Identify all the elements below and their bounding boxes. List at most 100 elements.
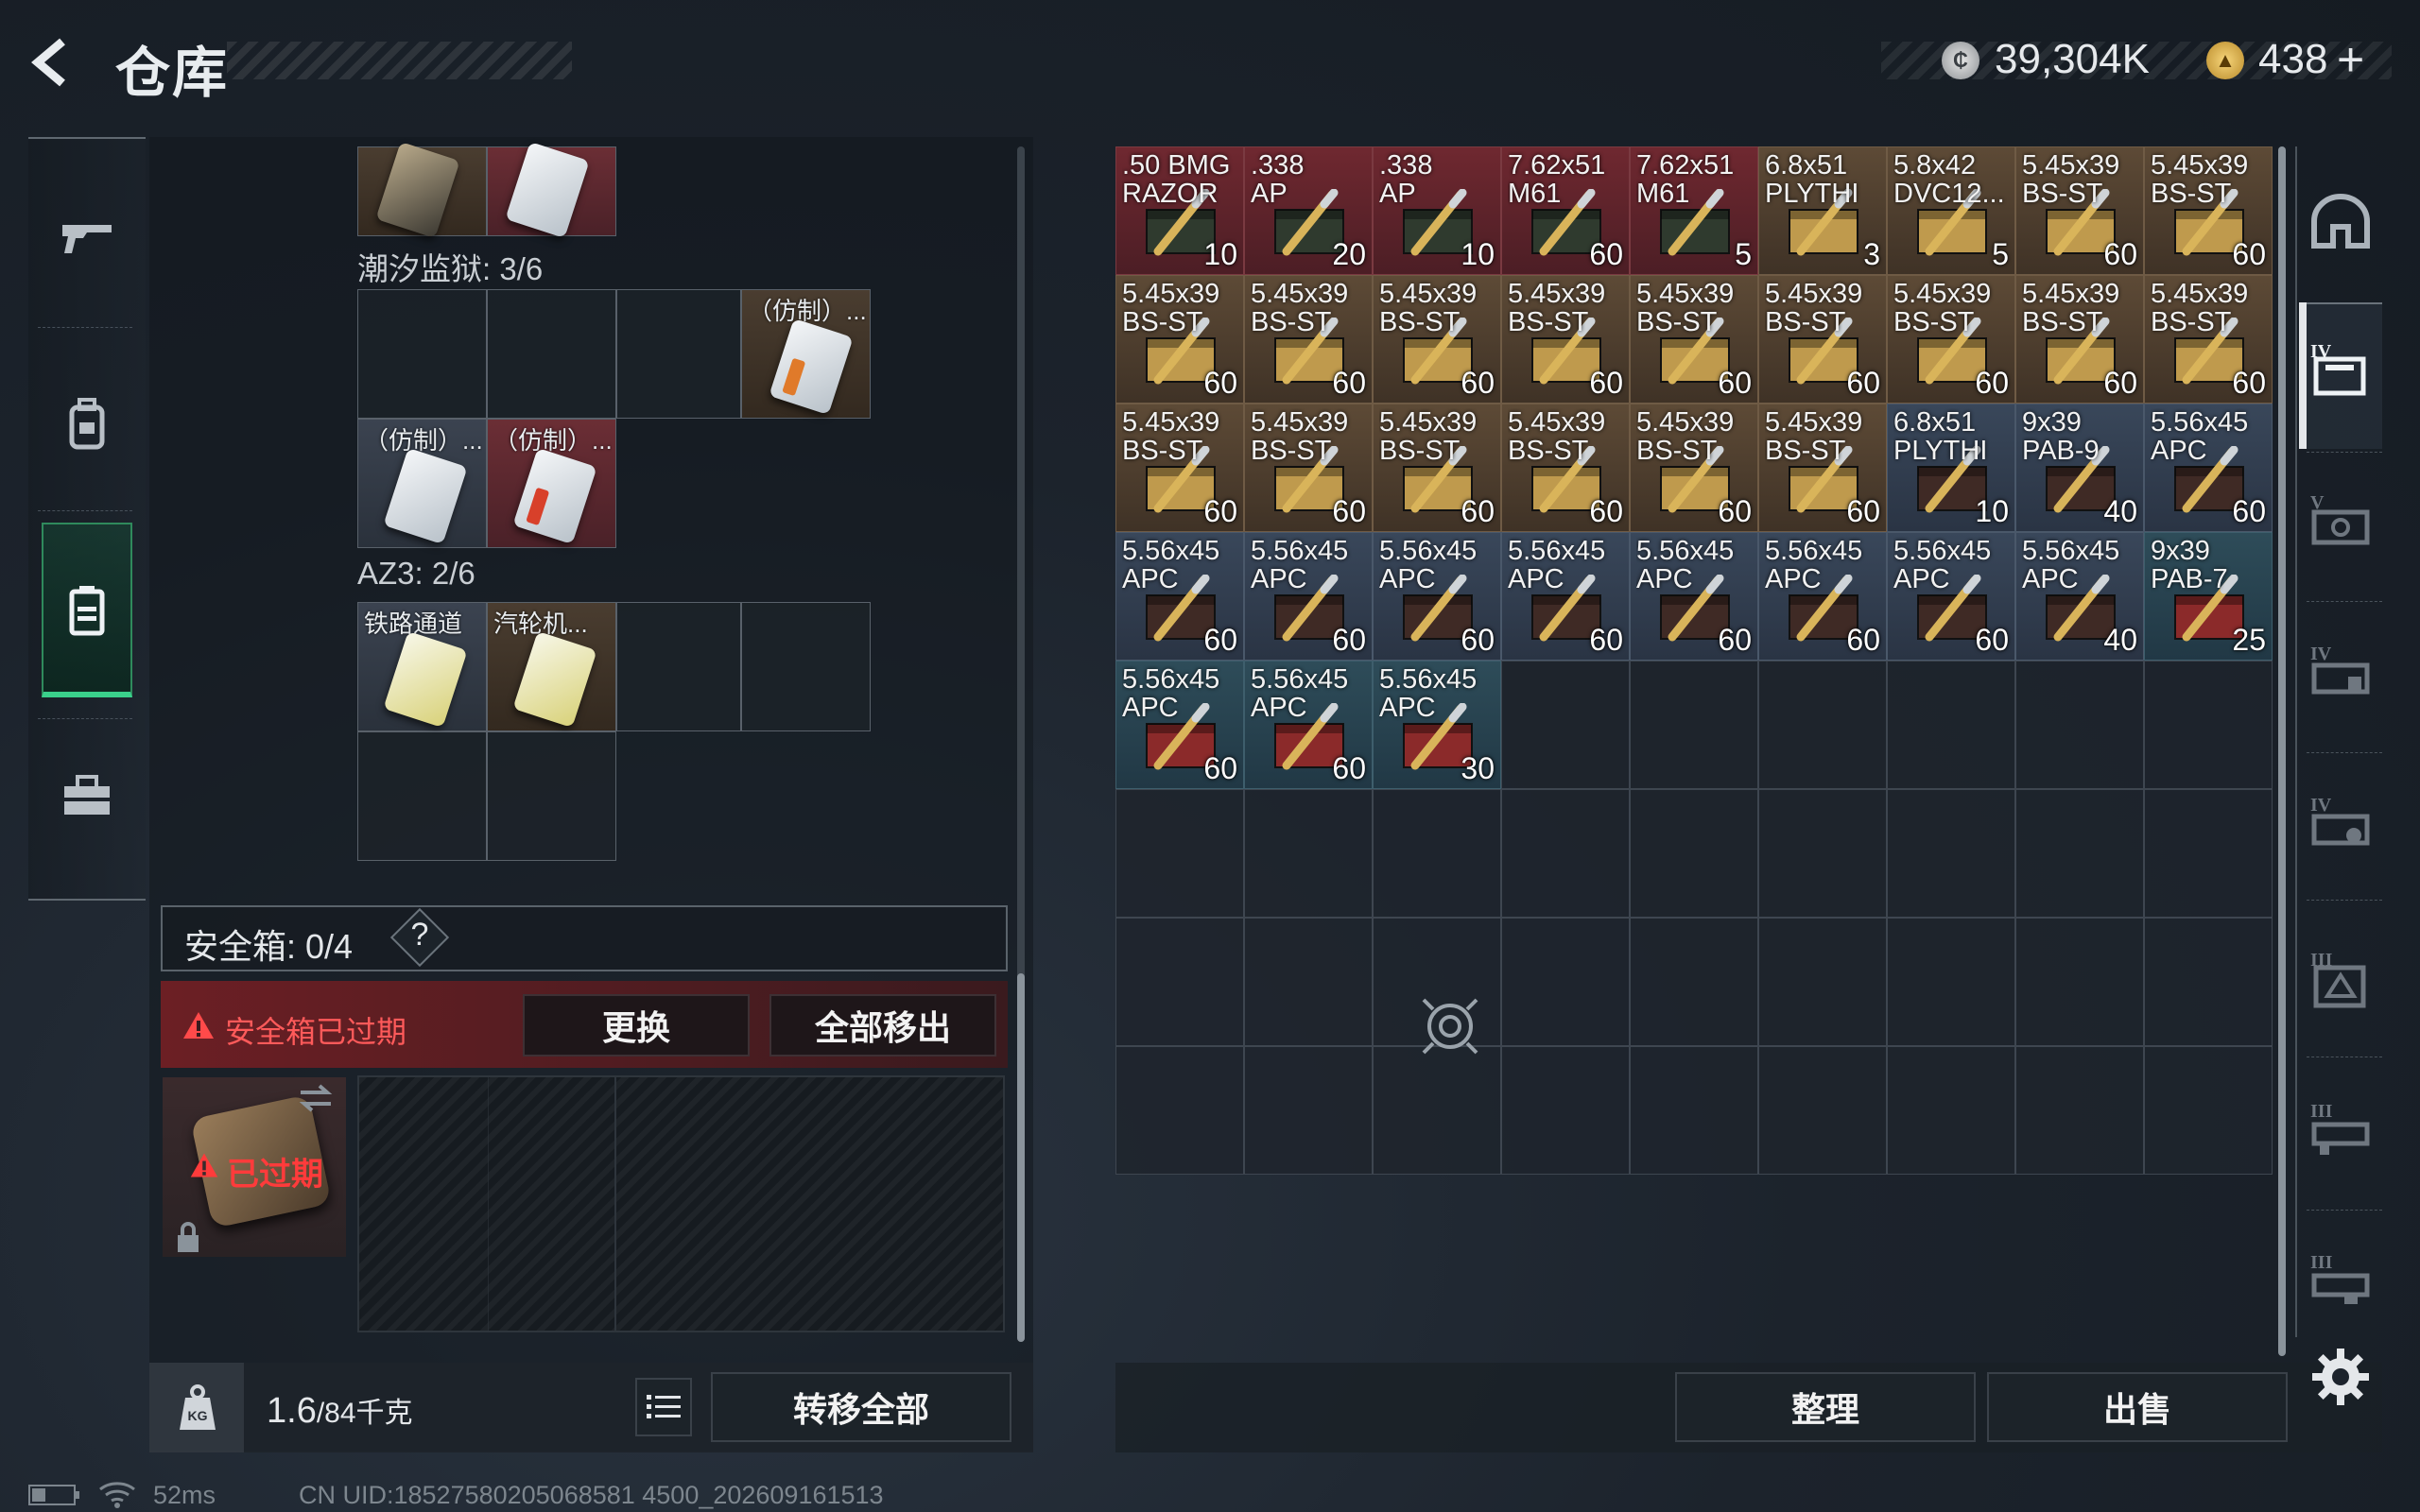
case-icon[interactable]: IV [2307,639,2375,707]
stash-item-cell[interactable]: 5.56x45 APC 60 [1630,532,1758,661]
case-icon[interactable]: III [2307,1096,2375,1164]
item-cell[interactable]: （仿制）... [741,289,871,419]
settings-gear-icon[interactable] [2310,1347,2371,1407]
stash-empty-slot[interactable] [2015,1046,2144,1175]
stash-empty-slot[interactable] [1115,1046,1244,1175]
stash-empty-slot[interactable] [1758,789,1887,918]
stash-item-cell[interactable]: 7.62x51 M61 5 [1630,146,1758,275]
stash-empty-slot[interactable] [1758,918,1887,1046]
stash-empty-slot[interactable] [1887,918,2015,1046]
toolbox-tab[interactable] [55,764,119,828]
stash-item-cell[interactable]: 5.56x45 APC 30 [1373,661,1501,789]
inventory-scrollbar-thumb[interactable] [1017,973,1025,1342]
weapon-tab[interactable] [55,206,119,270]
stash-item-cell[interactable]: 5.56x45 APC 60 [1373,532,1501,661]
stash-item-cell[interactable]: 5.45x39 BS-ST 60 [1373,275,1501,404]
stash-item-cell[interactable]: 5.56x45 APC 60 [1758,532,1887,661]
case-icon[interactable]: III [2307,1247,2375,1315]
stash-empty-slot[interactable] [1115,789,1244,918]
case-icon[interactable]: V [2307,488,2375,556]
stash-item-cell[interactable]: 5.45x39 BS-ST 60 [1630,275,1758,404]
stash-empty-slot[interactable] [1373,1046,1501,1175]
empty-slot[interactable] [616,289,741,419]
empty-slot[interactable] [357,289,487,419]
empty-slot[interactable] [741,602,871,731]
stash-item-cell[interactable]: 5.56x45 APC 60 [1244,532,1373,661]
stash-item-cell[interactable]: 5.45x39 BS-ST 60 [1758,404,1887,532]
stash-item-cell[interactable]: 5.45x39 BS-ST 60 [1244,404,1373,532]
stash-item-cell[interactable]: 5.56x45 APC 40 [2015,532,2144,661]
sort-button[interactable]: 整理 [1675,1372,1976,1442]
stash-empty-slot[interactable] [1501,1046,1630,1175]
transfer-all-button[interactable]: 转移全部 [711,1372,1011,1442]
case-icon[interactable]: III [2307,945,2375,1013]
stash-item-cell[interactable]: 5.56x45 APC 60 [1244,661,1373,789]
stash-empty-slot[interactable] [1758,1046,1887,1175]
back-button[interactable] [28,36,81,89]
stash-empty-slot[interactable] [2144,1046,2273,1175]
case-icon[interactable]: IV [2307,336,2375,404]
remove-all-button[interactable]: 全部移出 [769,994,996,1057]
stash-item-cell[interactable]: 6.8x51 PLYTHI 3 [1758,146,1887,275]
stash-item-cell[interactable]: 5.56x45 APC 60 [1115,661,1244,789]
item-cell[interactable] [357,141,487,239]
stash-item-cell[interactable]: 5.45x39 BS-ST 60 [2015,146,2144,275]
stash-empty-slot[interactable] [1501,918,1630,1046]
case-icon[interactable]: IV [2307,790,2375,858]
stash-item-cell[interactable]: 5.45x39 BS-ST 60 [1115,275,1244,404]
empty-slot[interactable] [487,731,616,861]
stash-item-cell[interactable]: 5.45x39 BS-ST 60 [2144,146,2273,275]
stash-empty-slot[interactable] [1887,789,2015,918]
stash-empty-slot[interactable] [1630,1046,1758,1175]
stash-item-cell[interactable]: 5.45x39 BS-ST 60 [1373,404,1501,532]
item-cell[interactable]: （仿制）... [357,419,487,548]
stash-empty-slot[interactable] [1758,661,1887,789]
stash-empty-slot[interactable] [1501,789,1630,918]
stash-item-cell[interactable]: 5.45x39 BS-ST 60 [1501,404,1630,532]
stash-empty-slot[interactable] [1244,918,1373,1046]
stash-empty-slot[interactable] [1115,918,1244,1046]
stash-tab[interactable] [55,578,119,643]
stash-empty-slot[interactable] [1630,918,1758,1046]
stash-empty-slot[interactable] [2144,918,2273,1046]
item-cell[interactable]: （仿制）... [487,419,616,548]
stash-item-cell[interactable]: 5.45x39 BS-ST 60 [2015,275,2144,404]
stash-item-cell[interactable]: 5.45x39 BS-ST 60 [1244,275,1373,404]
stash-empty-slot[interactable] [1244,789,1373,918]
stash-empty-slot[interactable] [2015,918,2144,1046]
stash-item-cell[interactable]: 5.45x39 BS-ST 60 [1501,275,1630,404]
replace-button[interactable]: 更换 [523,994,750,1057]
stash-item-cell[interactable]: 5.45x39 BS-ST 60 [1115,404,1244,532]
sell-button[interactable]: 出售 [1987,1372,2288,1442]
item-cell[interactable]: 汽轮机... [487,602,616,731]
add-gold-button[interactable]: + [2337,32,2364,87]
item-cell[interactable]: 铁路通道 [357,602,487,731]
stash-item-cell[interactable]: 5.45x39 BS-ST 60 [2144,275,2273,404]
item-cell[interactable] [487,141,616,239]
stash-empty-slot[interactable] [1244,1046,1373,1175]
stash-empty-slot[interactable] [1630,661,1758,789]
stash-item-cell[interactable]: 5.45x39 BS-ST 60 [1758,275,1887,404]
list-view-button[interactable] [635,1378,692,1436]
stash-item-cell[interactable]: 7.62x51 M61 60 [1501,146,1630,275]
stash-empty-slot[interactable] [1630,789,1758,918]
helmet-icon[interactable] [2307,189,2375,257]
stash-scrollbar[interactable] [2278,146,2286,1356]
stash-empty-slot[interactable] [2144,661,2273,789]
stash-empty-slot[interactable] [1373,789,1501,918]
stash-empty-slot[interactable] [1501,661,1630,789]
empty-slot[interactable] [616,602,741,731]
stash-item-cell[interactable]: 5.8x42 DVC12... 5 [1887,146,2015,275]
stash-empty-slot[interactable] [1887,661,2015,789]
empty-slot[interactable] [357,731,487,861]
backpack-tab[interactable] [55,392,119,456]
stash-empty-slot[interactable] [2015,789,2144,918]
empty-slot[interactable] [487,289,616,419]
stash-item-cell[interactable]: .338 AP 10 [1373,146,1501,275]
stash-item-cell[interactable]: 5.45x39 BS-ST 60 [1630,404,1758,532]
stash-item-cell[interactable]: 5.56x45 APC 60 [2144,404,2273,532]
stash-item-cell[interactable]: 5.56x45 APC 60 [1501,532,1630,661]
stash-empty-slot[interactable] [2015,661,2144,789]
stash-item-cell[interactable]: 9x39 PAB-7 25 [2144,532,2273,661]
stash-empty-slot[interactable] [1887,1046,2015,1175]
